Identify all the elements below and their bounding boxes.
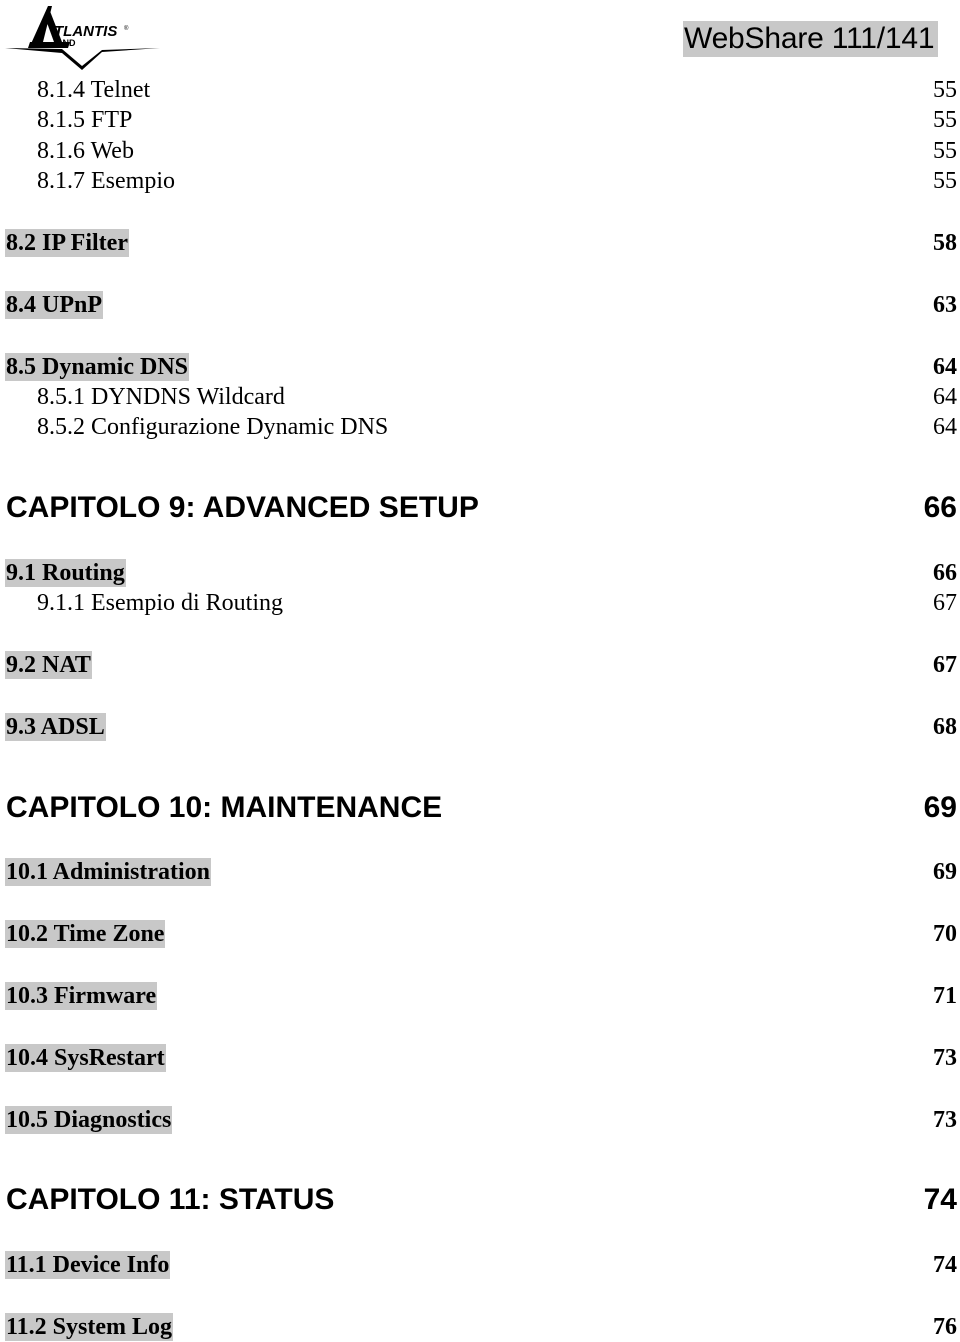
toc-entry-page-number: 76 bbox=[933, 1314, 957, 1340]
toc-entry-page-number: 64 bbox=[933, 384, 957, 410]
toc-entry-title[interactable]: 9.1 Routing bbox=[5, 559, 126, 587]
atlantis-land-logo: TLANTIS ® AND bbox=[2, 2, 162, 70]
toc-entry-title[interactable]: CAPITOLO 9: ADVANCED SETUP bbox=[6, 491, 479, 525]
toc-entry-title[interactable]: CAPITOLO 10: MAINTENANCE bbox=[6, 791, 442, 825]
toc-entry-title[interactable]: 9.1.1 Esempio di Routing bbox=[37, 589, 283, 617]
toc-entry-title[interactable]: 8.5.1 DYNDNS Wildcard bbox=[37, 383, 285, 411]
toc-entry-page-number: 73 bbox=[933, 1107, 957, 1133]
toc-entry-page-number: 55 bbox=[933, 138, 957, 164]
toc-entry-page-number: 63 bbox=[933, 292, 957, 318]
toc-entry-title[interactable]: CAPITOLO 11: STATUS bbox=[6, 1183, 334, 1217]
toc-entry-title[interactable]: 11.2 System Log bbox=[5, 1313, 174, 1341]
toc-entry-page-number: 58 bbox=[933, 230, 957, 256]
logo-icon: TLANTIS ® AND bbox=[5, 6, 160, 70]
toc-entry-title[interactable]: 10.5 Diagnostics bbox=[5, 1106, 173, 1134]
toc-entry-page-number: 71 bbox=[933, 983, 957, 1009]
toc-entry-page-number: 67 bbox=[933, 590, 957, 616]
toc-entry-page-number: 73 bbox=[933, 1045, 957, 1071]
toc-entry-page-number: 74 bbox=[923, 1183, 957, 1216]
toc-entry-page-number: 69 bbox=[923, 791, 957, 824]
toc-entry-page-number: 55 bbox=[933, 168, 957, 194]
toc-entry-page-number: 66 bbox=[933, 560, 957, 586]
toc-entry-title[interactable]: 10.4 SysRestart bbox=[5, 1044, 166, 1072]
toc-entry-page-number: 66 bbox=[923, 491, 957, 524]
toc-entry-title[interactable]: 8.5 Dynamic DNS bbox=[5, 353, 190, 381]
svg-text:AND: AND bbox=[56, 38, 76, 48]
toc-entry-page-number: 74 bbox=[933, 1252, 957, 1278]
toc-entry-title[interactable]: 9.2 NAT bbox=[5, 651, 92, 679]
toc-entry-title[interactable]: 8.2 IP Filter bbox=[5, 229, 129, 257]
toc-entry-title[interactable]: 8.1.6 Web bbox=[37, 137, 134, 165]
document-header-title: WebShare 111/141 bbox=[683, 21, 939, 57]
toc-entry-title[interactable]: 8.1.4 Telnet bbox=[37, 76, 150, 104]
svg-text:®: ® bbox=[124, 25, 129, 32]
toc-entry-title[interactable]: 8.1.5 FTP bbox=[37, 106, 132, 134]
toc-entry-title[interactable]: 11.1 Device Info bbox=[5, 1251, 171, 1279]
toc-entry-page-number: 68 bbox=[933, 714, 957, 740]
toc-entry-page-number: 64 bbox=[933, 354, 957, 380]
toc-entry-page-number: 64 bbox=[933, 414, 957, 440]
toc-entry-title[interactable]: 10.1 Administration bbox=[5, 858, 212, 886]
toc-entry-page-number: 67 bbox=[933, 652, 957, 678]
toc-entry-page-number: 69 bbox=[933, 859, 957, 885]
toc-entry-title[interactable]: 8.4 UPnP bbox=[5, 291, 103, 319]
toc-entry-title[interactable]: 10.3 Firmware bbox=[5, 982, 158, 1010]
toc-entry-title[interactable]: 8.1.7 Esempio bbox=[37, 167, 175, 195]
toc-entry-title[interactable]: 8.5.2 Configurazione Dynamic DNS bbox=[37, 413, 388, 441]
toc-entry-title[interactable]: 9.3 ADSL bbox=[5, 713, 106, 741]
toc-entry-page-number: 55 bbox=[933, 77, 957, 103]
toc-entry-title[interactable]: 10.2 Time Zone bbox=[5, 920, 166, 948]
toc-entry-page-number: 70 bbox=[933, 921, 957, 947]
toc-entry-page-number: 55 bbox=[933, 107, 957, 133]
